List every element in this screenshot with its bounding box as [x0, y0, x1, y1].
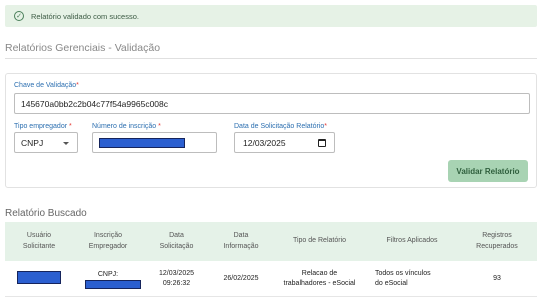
col-data-informacao: Data Informação [223, 232, 259, 250]
results-title: Relatório Buscado [5, 208, 87, 219]
col-registros: Registros Recuperados [476, 232, 518, 250]
cell-tipo: Relacao de trabalhadores - eSocial [283, 269, 356, 287]
col-filtros: Filtros Aplicados [386, 237, 438, 245]
alert-message: Relatório validado com sucesso. [31, 11, 139, 21]
chevron-down-icon [63, 142, 69, 145]
numero-input[interactable] [92, 132, 217, 153]
col-usuario: Usuário Solicitante [22, 232, 56, 250]
chave-label: Chave de Validação* [14, 82, 79, 89]
data-input[interactable]: 12/03/2025 [234, 132, 335, 153]
redacted-usuario [17, 271, 61, 284]
cell-data-solicitacao: 12/03/2025 09:26:32 [158, 269, 195, 287]
tipo-select[interactable]: CNPJ [14, 132, 78, 153]
cell-usuario [5, 261, 73, 296]
data-input-value: 12/03/2025 [243, 137, 286, 148]
cell-filtros: Todos os vínculos do eSocial [375, 269, 431, 287]
table-row: CNPJ: 12/03/2025 09:26:32 26/02/2025 Rel… [5, 261, 537, 297]
success-alert: ✓ Relatório validado com sucesso. [5, 5, 537, 27]
page-title: Relatórios Gerenciais - Validação [5, 42, 161, 54]
data-label: Data de Solicitação Relatório* [234, 123, 328, 130]
col-tipo: Tipo de Relatório [292, 237, 347, 245]
cell-data-informacao: 26/02/2025 [223, 274, 259, 282]
calendar-icon[interactable] [318, 139, 326, 147]
validar-relatorio-button[interactable]: Validar Relatório [448, 160, 528, 182]
col-data-solicitacao: Data Solicitação [159, 232, 194, 250]
cell-registros: 93 [493, 274, 501, 282]
tipo-select-value: CNPJ [21, 137, 44, 148]
cell-inscricao: CNPJ: [73, 261, 143, 296]
tipo-label: Tipo empregador * [14, 123, 72, 130]
chave-input[interactable]: 145670a0bb2c2b04c77f54a9965c008c [14, 93, 530, 114]
redacted-inscricao [99, 138, 185, 148]
title-divider [5, 58, 537, 59]
validation-form: Chave de Validação* 145670a0bb2c2b04c77f… [5, 73, 537, 188]
redacted-cnpj [85, 280, 141, 289]
col-inscricao: Inscrição Empregador [88, 232, 128, 250]
numero-label: Número de inscrição * [92, 123, 161, 130]
results-table-header: Usuário Solicitante Inscrição Empregador D… [5, 222, 537, 261]
check-circle-icon: ✓ [14, 11, 24, 21]
